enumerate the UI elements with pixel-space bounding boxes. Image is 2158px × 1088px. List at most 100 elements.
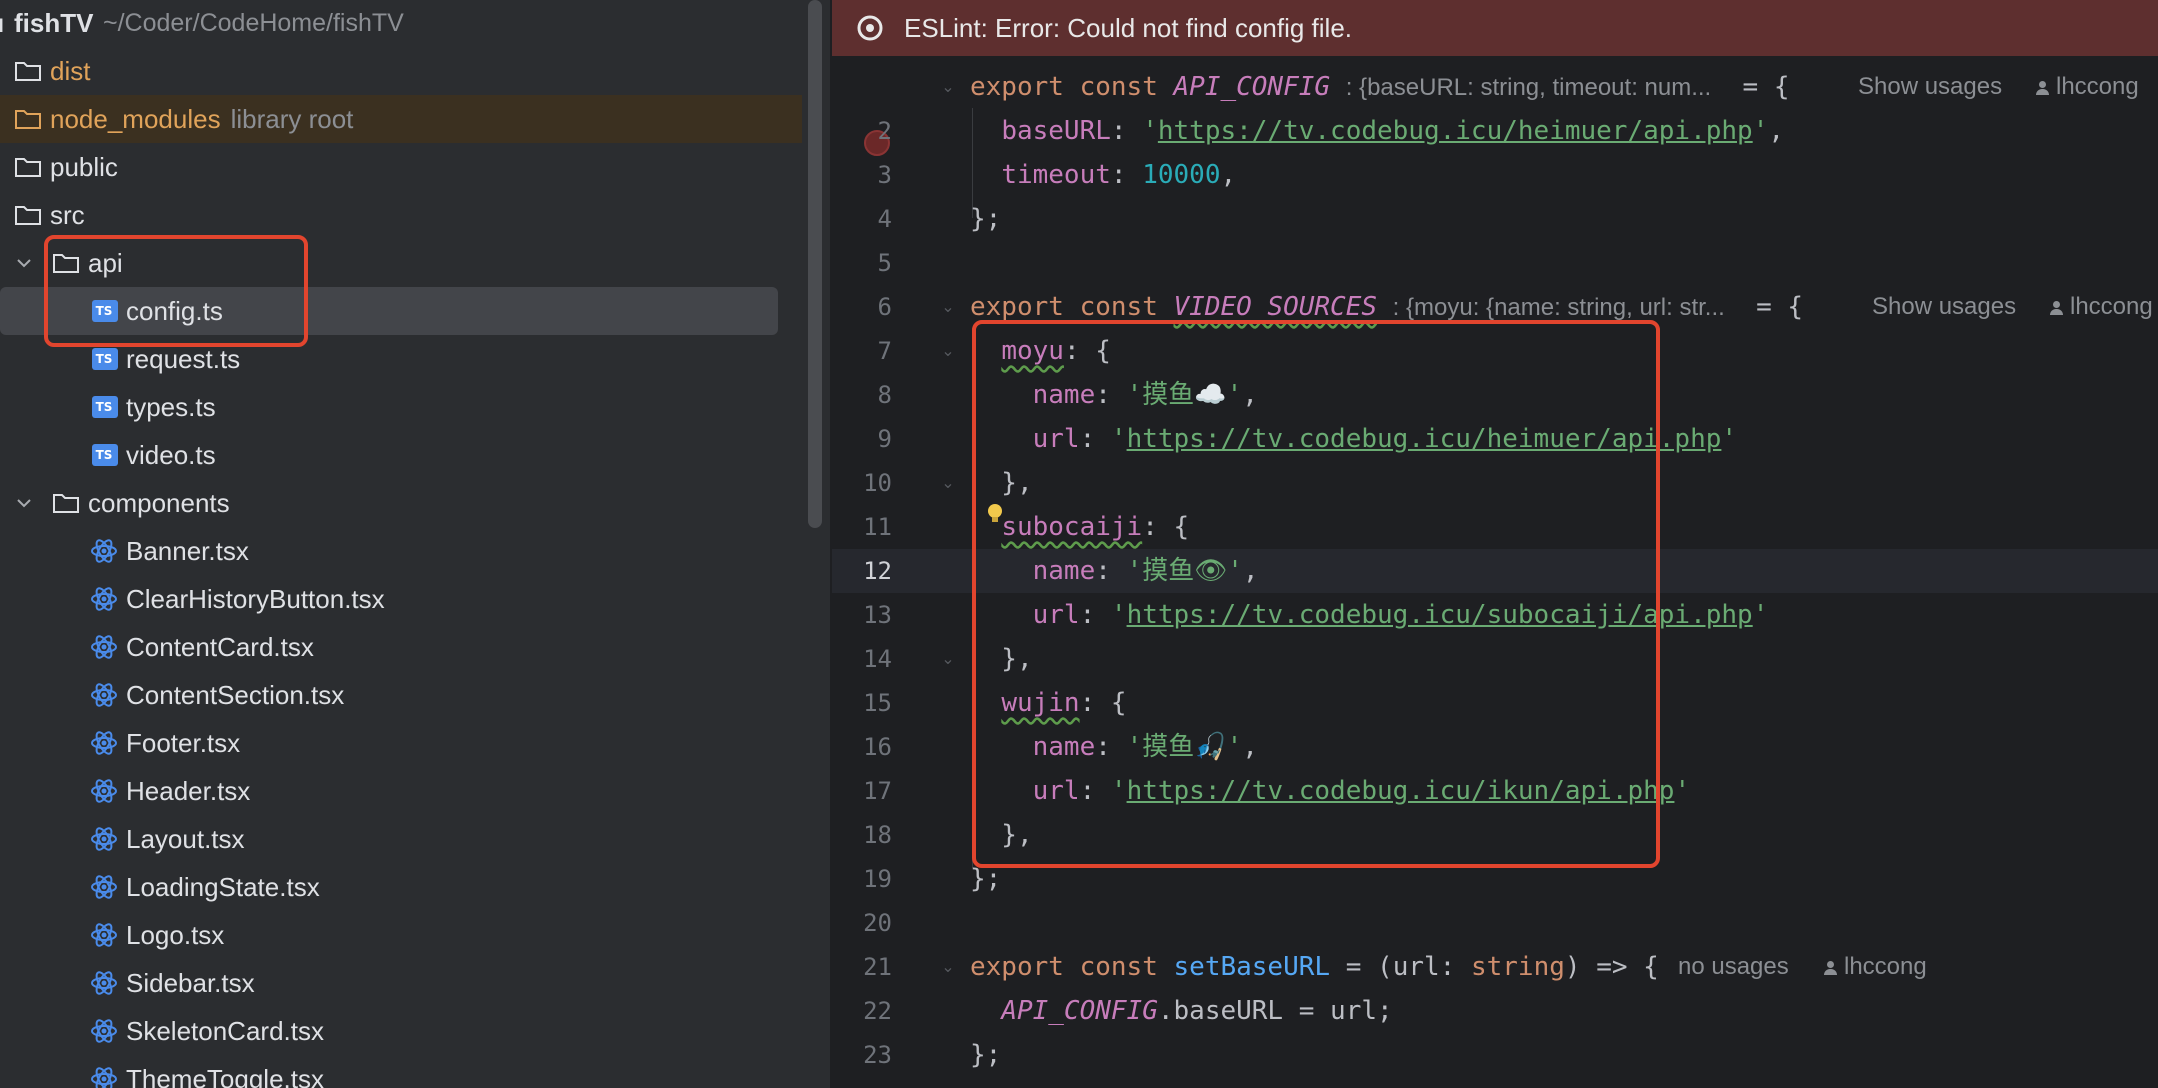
react-icon xyxy=(90,729,118,757)
tree-item-label: types.ts xyxy=(126,391,216,422)
react-icon xyxy=(90,1065,118,1088)
tree-item-react-file[interactable]: ContentSection.tsx xyxy=(0,671,800,719)
line-number: 15 xyxy=(863,689,892,717)
line-number: 9 xyxy=(877,425,892,453)
annotation-highlight-box xyxy=(972,320,1660,868)
tree-item-src[interactable]: src xyxy=(0,191,800,239)
typescript-file-icon: TS xyxy=(92,444,118,466)
tree-item-components[interactable]: components xyxy=(0,479,800,527)
project-root-name: fishTV xyxy=(14,7,94,38)
tree-item-node-modules[interactable]: node_modules library root xyxy=(0,95,802,143)
tree-item-react-file[interactable]: Layout.tsx xyxy=(0,815,800,863)
tree-item-react-file[interactable]: Sidebar.tsx xyxy=(0,959,800,1007)
line-number: 2 xyxy=(877,117,892,145)
tree-item-label: ThemeToggle.tsx xyxy=(126,1063,324,1088)
react-icon xyxy=(90,921,118,949)
react-icon xyxy=(90,537,118,565)
fold-marker-icon[interactable]: ⌄ xyxy=(940,329,956,373)
tree-item-label: Sidebar.tsx xyxy=(126,967,255,998)
project-tool-window: ı fishTV ~/Coder/CodeHome/fishTV dist no… xyxy=(0,0,832,1088)
line-number: 17 xyxy=(863,777,892,805)
no-usages-hint[interactable]: no usages xyxy=(1678,945,1789,989)
author-hint[interactable]: lhccong xyxy=(1824,945,1927,989)
react-icon xyxy=(90,681,118,709)
person-icon xyxy=(2050,300,2063,315)
line-number: 3 xyxy=(877,161,892,189)
code-line-22[interactable]: API_CONFIG.baseURL = url; xyxy=(970,989,1392,1033)
tree-item-react-file[interactable]: Banner.tsx xyxy=(0,527,800,575)
react-icon xyxy=(90,969,118,997)
tree-item-react-file[interactable]: SkeletonCard.tsx xyxy=(0,1007,800,1055)
project-root-row[interactable]: ı fishTV ~/Coder/CodeHome/fishTV xyxy=(0,0,800,46)
tree-item-react-file[interactable]: Logo.tsx xyxy=(0,911,800,959)
person-icon xyxy=(2036,80,2049,95)
person-icon xyxy=(1824,960,1837,975)
tree-item-public[interactable]: public xyxy=(0,143,800,191)
chevron-down-icon[interactable] xyxy=(14,253,34,273)
tree-item-label: Footer.tsx xyxy=(126,727,241,758)
author-hint[interactable]: lhccong xyxy=(2036,65,2139,109)
eslint-error-banner: ESLint: Error: Could not find config fil… xyxy=(832,0,2158,56)
fold-marker-icon[interactable]: ⌄ xyxy=(940,65,956,109)
fold-marker-icon[interactable]: ⌄ xyxy=(940,461,956,505)
tree-item-label: public xyxy=(50,151,118,182)
line-number: 21 xyxy=(863,953,892,981)
code-line-21[interactable]: export const setBaseURL = (url: string) … xyxy=(970,945,1659,989)
code-line-2[interactable]: baseURL: 'https://tv.codebug.icu/heimuer… xyxy=(970,109,1784,153)
code-line-23[interactable]: }; xyxy=(970,1033,1001,1077)
tree-item-label: src xyxy=(50,199,85,230)
line-number: 20 xyxy=(863,909,892,937)
url-link[interactable]: https://tv.codebug.icu/heimuer/api.php xyxy=(1158,116,1753,146)
type-hint: : {moyu: {name: string, url: str... xyxy=(1392,294,1725,321)
show-usages-link[interactable]: Show usages xyxy=(1858,65,2002,109)
tree-item-react-file[interactable]: LoadingState.tsx xyxy=(0,863,800,911)
code-line-4[interactable]: }; xyxy=(970,197,1001,241)
line-number: 7 xyxy=(877,337,892,365)
eslint-icon xyxy=(856,14,884,42)
folder-icon xyxy=(14,107,42,131)
tree-item-label: SkeletonCard.tsx xyxy=(126,1015,324,1046)
tree-item-react-file[interactable]: Header.tsx xyxy=(0,767,800,815)
tree-item-react-file[interactable]: Footer.tsx xyxy=(0,719,800,767)
sidebar-scrollbar-thumb[interactable] xyxy=(808,0,822,528)
tree-item-types-ts[interactable]: TS types.ts xyxy=(0,383,800,431)
react-icon xyxy=(90,633,118,661)
line-number: 10 xyxy=(863,469,892,497)
tree-item-label: Header.tsx xyxy=(126,775,251,806)
line-number: 14 xyxy=(863,645,892,673)
line-number: 22 xyxy=(863,997,892,1025)
tree-item-label: ContentCard.tsx xyxy=(126,631,314,662)
tree-item-video-ts[interactable]: TS video.ts xyxy=(0,431,800,479)
chevron-down-icon[interactable] xyxy=(14,493,34,513)
truncated-glyph: ı xyxy=(0,7,5,38)
tree-item-dist[interactable]: dist xyxy=(0,47,800,95)
line-number: 5 xyxy=(877,249,892,277)
line-number: 8 xyxy=(877,381,892,409)
tree-item-react-file[interactable]: ContentCard.tsx xyxy=(0,623,800,671)
fold-marker-icon[interactable]: ⌄ xyxy=(940,945,956,989)
tree-item-react-file[interactable]: ClearHistoryButton.tsx xyxy=(0,575,800,623)
project-root-path: ~/Coder/CodeHome/fishTV xyxy=(103,8,404,37)
line-number-current: 12 xyxy=(863,557,892,585)
line-number: 11 xyxy=(863,513,892,541)
folder-icon xyxy=(14,155,42,179)
code-line-3[interactable]: timeout: 10000, xyxy=(970,153,1236,197)
line-number: 6 xyxy=(877,293,892,321)
eslint-error-message: ESLint: Error: Could not find config fil… xyxy=(904,12,1353,43)
code-editor[interactable]: ESLint: Error: Could not find config fil… xyxy=(832,0,2158,1088)
tree-item-label: dist xyxy=(50,55,91,86)
show-usages-link[interactable]: Show usages xyxy=(1872,285,2016,329)
code-line-1[interactable]: export const API_CONFIG : {baseURL: stri… xyxy=(970,65,1790,109)
line-number: 23 xyxy=(863,1041,892,1069)
fold-marker-icon[interactable]: ⌄ xyxy=(940,637,956,681)
tree-item-label: Banner.tsx xyxy=(126,535,249,566)
react-icon xyxy=(90,777,118,805)
editor-gutter[interactable]: 2 3 4 5 6 7 8 9 10 11 12 13 14 15 16 17 … xyxy=(832,56,972,1088)
annotation-highlight-box xyxy=(44,235,308,347)
type-hint: : {baseURL: string, timeout: num... xyxy=(1345,74,1712,101)
tree-item-react-file[interactable]: ThemeToggle.tsx xyxy=(0,1055,800,1088)
author-hint[interactable]: lhccong xyxy=(2050,285,2153,329)
folder-icon xyxy=(52,491,80,515)
line-number: 19 xyxy=(863,865,892,893)
fold-marker-icon[interactable]: ⌄ xyxy=(940,285,956,329)
